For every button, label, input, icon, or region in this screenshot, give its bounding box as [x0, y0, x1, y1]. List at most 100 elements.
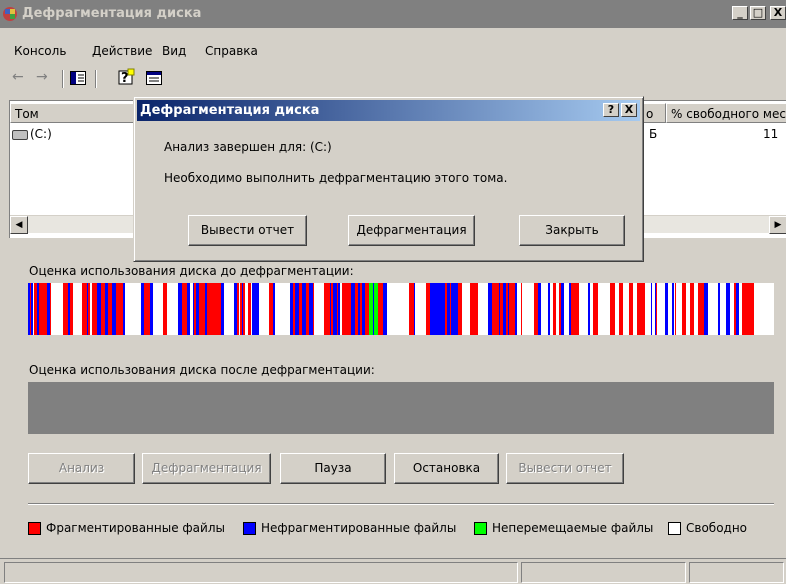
disk-cluster-stripe	[610, 283, 612, 335]
disk-cluster-stripe	[640, 283, 643, 335]
disk-cluster-stripe	[381, 283, 383, 335]
disk-cluster-stripe	[362, 283, 363, 335]
forward-icon[interactable]: →	[36, 69, 48, 85]
disk-cluster-stripe	[450, 283, 451, 335]
show-hide-tree-icon[interactable]	[70, 71, 86, 85]
disk-cluster-stripe	[509, 283, 511, 335]
disk-cluster-stripe	[164, 283, 167, 335]
column-header-percent-free[interactable]: % свободного мес	[666, 103, 786, 123]
disk-cluster-stripe	[664, 283, 665, 335]
svg-text:?: ?	[121, 71, 129, 86]
dialog-defragment-button[interactable]: Дефрагментация	[348, 215, 475, 246]
disk-cluster-stripe	[534, 283, 538, 335]
disk-cluster-stripe	[758, 283, 760, 335]
disk-cluster-stripe	[550, 283, 553, 335]
toolbar: ← → ?	[0, 62, 786, 100]
status-bar	[0, 558, 786, 584]
dialog-title-bar: Дефрагментация диска ? X	[137, 100, 640, 121]
volume-percent-free-cell: 11	[763, 127, 779, 141]
disk-cluster-stripe	[373, 283, 374, 335]
disk-cluster-stripe	[105, 283, 108, 335]
disk-cluster-stripe	[495, 283, 497, 335]
disk-cluster-stripe	[603, 283, 605, 335]
disk-cluster-stripe	[553, 283, 556, 335]
dialog-close-action-button[interactable]: Закрыть	[519, 215, 625, 246]
scroll-left-icon[interactable]: ◀	[10, 216, 28, 234]
disk-cluster-stripe	[478, 283, 488, 335]
dialog-view-report-button[interactable]: Вывести отчет	[188, 215, 307, 246]
disk-cluster-stripe	[383, 283, 386, 335]
disk-cluster-stripe	[656, 283, 657, 335]
disk-cluster-stripe	[234, 283, 237, 335]
back-icon[interactable]: ←	[12, 69, 24, 85]
disk-cluster-stripe	[511, 283, 514, 335]
close-button[interactable]: X	[770, 6, 786, 20]
disk-cluster-stripe	[178, 283, 181, 335]
menu-view[interactable]: Вид	[162, 44, 186, 58]
disk-cluster-stripe	[360, 283, 362, 335]
toolbar-separator	[95, 70, 97, 88]
maximize-button[interactable]: □	[750, 6, 766, 20]
disk-cluster-stripe	[150, 283, 153, 335]
column-header-free[interactable]: о	[641, 103, 666, 123]
disk-cluster-stripe	[342, 283, 345, 335]
disk-cluster-stripe	[114, 283, 116, 335]
minimize-button[interactable]: _	[732, 6, 748, 20]
stop-button[interactable]: Остановка	[394, 453, 499, 484]
disk-cluster-stripe	[633, 283, 637, 335]
scroll-right-icon[interactable]: ▶	[769, 216, 786, 234]
disk-cluster-stripe	[652, 283, 655, 335]
disk-cluster-stripe	[194, 283, 195, 335]
disk-cluster-stripe	[458, 283, 461, 335]
disk-cluster-stripe	[567, 283, 568, 335]
drive-icon	[12, 129, 28, 140]
disk-cluster-stripe	[599, 283, 603, 335]
help-icon[interactable]: ?	[118, 68, 136, 86]
disk-cluster-stripe	[500, 283, 503, 335]
disk-cluster-stripe	[387, 283, 399, 335]
analyze-button[interactable]: Анализ	[28, 453, 135, 484]
disk-cluster-stripe	[214, 283, 217, 335]
pause-button[interactable]: Пауза	[280, 453, 386, 484]
menu-console[interactable]: Консоль	[14, 44, 66, 58]
menu-help[interactable]: Справка	[205, 44, 258, 58]
disk-cluster-stripe	[712, 283, 716, 335]
dialog-close-button[interactable]: X	[621, 103, 637, 117]
disk-cluster-stripe	[87, 283, 88, 335]
disk-cluster-stripe	[730, 283, 734, 335]
properties-icon[interactable]	[146, 71, 162, 85]
disk-cluster-stripe	[606, 283, 609, 335]
disk-cluster-stripe	[451, 283, 455, 335]
disk-cluster-stripe	[655, 283, 656, 335]
disk-cluster-stripe	[242, 283, 243, 335]
disk-cluster-stripe	[205, 283, 207, 335]
disk-cluster-stripe	[252, 283, 255, 335]
view-report-button[interactable]: Вывести отчет	[506, 453, 624, 484]
disk-cluster-stripe	[768, 283, 770, 335]
defragment-button[interactable]: Дефрагментация	[142, 453, 271, 484]
disk-cluster-stripe	[73, 283, 82, 335]
disk-cluster-stripe	[299, 283, 302, 335]
disk-cluster-stripe	[330, 283, 331, 335]
disk-cluster-stripe	[593, 283, 597, 335]
window-title: Дефрагментация диска	[22, 6, 202, 21]
disk-cluster-stripe	[588, 283, 590, 335]
disk-cluster-stripe	[186, 283, 187, 335]
disk-cluster-stripe	[120, 283, 123, 335]
column-header-volume[interactable]: Том	[10, 103, 140, 123]
disk-cluster-stripe	[461, 283, 462, 335]
disk-cluster-stripe	[313, 283, 314, 335]
dialog-help-button[interactable]: ?	[603, 103, 619, 117]
disk-cluster-stripe	[651, 283, 652, 335]
disk-cluster-stripe	[324, 283, 327, 335]
disk-cluster-stripe	[571, 283, 573, 335]
disk-cluster-stripe	[734, 283, 736, 335]
disk-cluster-stripe	[559, 283, 561, 335]
menu-action[interactable]: Действие	[92, 44, 152, 58]
disk-cluster-stripe	[764, 283, 765, 335]
volume-row[interactable]: (C:)	[12, 127, 52, 141]
disk-cluster-stripe	[147, 283, 149, 335]
legend-fragmented-label: Фрагментированные файлы	[46, 521, 225, 535]
disk-cluster-stripe	[683, 283, 686, 335]
disk-cluster-stripe	[414, 283, 415, 335]
